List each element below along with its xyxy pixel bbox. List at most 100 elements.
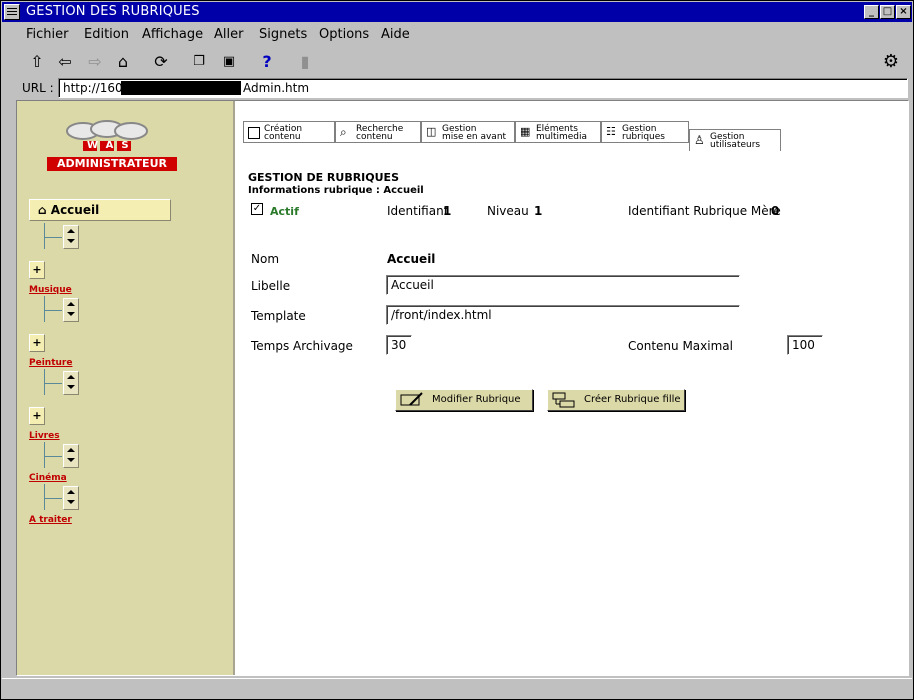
- menu-bar: Fichier Edition Affichage Aller Signets …: [2, 23, 912, 45]
- tab-creation-contenu[interactable]: Création contenu: [243, 121, 335, 143]
- tab-gestion-mise-en-avant[interactable]: ◫ Gestion mise en avant: [421, 121, 515, 143]
- window-title: GESTION DES RUBRIQUES: [26, 4, 200, 19]
- home-icon[interactable]: ⌂: [112, 51, 134, 73]
- reorder-arrows[interactable]: [63, 298, 79, 322]
- minimize-button[interactable]: _: [864, 5, 879, 19]
- rubrique-link-a-traiter[interactable]: A traiter: [29, 515, 72, 525]
- creer-rubrique-fille-button[interactable]: Créer Rubrique fille: [547, 389, 685, 411]
- tab-elements-multimedia[interactable]: ▦ Eléments multimedia: [515, 121, 601, 143]
- home-rubrique-button[interactable]: ⌂ Accueil: [29, 199, 171, 221]
- tab-recherche-contenu[interactable]: ⌕ Recherche contenu: [335, 121, 421, 143]
- libelle-label: Libelle: [251, 279, 291, 293]
- url-input[interactable]: http://160. Admin.htm: [58, 78, 908, 98]
- system-menu-icon[interactable]: [4, 4, 20, 20]
- help-icon[interactable]: ?: [256, 51, 278, 73]
- tree-line: [44, 383, 62, 384]
- magnifier-icon: ⌕: [340, 125, 347, 139]
- archivage-input[interactable]: 30: [386, 335, 412, 355]
- contenu-input[interactable]: 100: [787, 335, 823, 355]
- browser-window: GESTION DES RUBRIQUES _ □ × Fichier Edit…: [0, 0, 914, 700]
- tree-line: [44, 223, 45, 249]
- expand-musique-button[interactable]: +: [29, 261, 45, 279]
- reorder-arrows[interactable]: [63, 225, 79, 249]
- tab-label: contenu: [356, 132, 393, 142]
- reorder-arrows[interactable]: [63, 486, 79, 510]
- tree-line: [44, 369, 45, 395]
- template-label: Template: [251, 309, 306, 323]
- maximize-button[interactable]: □: [880, 5, 895, 19]
- settings-icon[interactable]: ⚙: [880, 51, 902, 73]
- actif-checkbox[interactable]: ✓: [251, 203, 263, 215]
- tab-label: rubriques: [622, 132, 665, 142]
- edit-pencil-icon: [400, 392, 423, 406]
- rubrique-link-cinema[interactable]: Cinéma: [29, 473, 67, 483]
- modifier-rubrique-label: Modifier Rubrique: [432, 394, 521, 405]
- url-label: URL :: [22, 81, 54, 95]
- menu-options[interactable]: Options: [319, 27, 369, 42]
- libelle-input[interactable]: Accueil: [386, 275, 740, 295]
- tab-gestion-utilisateurs[interactable]: ♙ Gestion utilisateurs: [689, 129, 781, 151]
- close-button[interactable]: ×: [896, 5, 911, 19]
- tab-gestion-rubriques[interactable]: ☷ Gestion rubriques: [601, 121, 689, 143]
- mere-label: Identifiant Rubrique Mère: [628, 204, 781, 218]
- actif-label: Actif: [270, 205, 299, 218]
- tree-line: [44, 484, 45, 510]
- tree-line: [44, 296, 45, 322]
- menu-fichier[interactable]: Fichier: [26, 27, 69, 42]
- identifiant-label: Identifiant: [387, 204, 449, 218]
- user-icon: ♙: [694, 133, 705, 147]
- template-input[interactable]: /front/index.html: [386, 305, 740, 325]
- tree-line: [44, 498, 62, 499]
- was-logo: WAS ADMINISTRATEUR: [47, 115, 177, 175]
- home-rubrique-label: Accueil: [50, 203, 100, 217]
- url-suffix: Admin.htm: [243, 81, 310, 95]
- menu-signets[interactable]: Signets: [259, 27, 307, 42]
- url-bar: URL : http://160. Admin.htm: [2, 77, 912, 99]
- archivage-label: Temps Archivage: [251, 339, 353, 353]
- tab-label: mise en avant: [442, 132, 507, 142]
- pin-icon: ◫: [426, 125, 437, 138]
- nom-label: Nom: [251, 252, 280, 266]
- tree-line: [44, 310, 62, 311]
- tab-strip: Création contenu ⌕ Recherche contenu ◫ Ges…: [243, 111, 803, 151]
- title-bar: GESTION DES RUBRIQUES _ □ ×: [2, 2, 912, 22]
- tree-icon: ☷: [606, 125, 616, 138]
- stop-icon: ▮: [300, 52, 310, 71]
- new-child-icon: [552, 392, 575, 408]
- page-subtitle: Informations rubrique : Accueil: [248, 185, 424, 196]
- reorder-arrows[interactable]: [63, 444, 79, 468]
- niveau-value: 1: [534, 204, 543, 218]
- forward-arrow-icon[interactable]: ⇧: [26, 51, 48, 73]
- copy-icon[interactable]: ❐: [188, 51, 210, 73]
- expand-livres-button[interactable]: +: [29, 407, 45, 425]
- expand-peinture-button[interactable]: +: [29, 334, 45, 352]
- tab-label: contenu: [264, 132, 301, 142]
- url-prefix: http://160.: [63, 81, 127, 95]
- identifiant-value: 1: [443, 204, 452, 218]
- paste-icon[interactable]: ▣: [218, 51, 240, 73]
- forward-disabled-icon: ⇨: [88, 52, 102, 71]
- sidebar-frame: WAS ADMINISTRATEUR ⌂ Accueil + Musique +…: [17, 101, 235, 675]
- niveau-label: Niveau: [487, 204, 529, 218]
- tree-line: [44, 237, 62, 238]
- menu-affichage[interactable]: Affichage: [142, 27, 203, 42]
- menu-edition[interactable]: Edition: [84, 27, 129, 42]
- rubrique-link-musique[interactable]: Musique: [29, 285, 72, 295]
- logo-text: WAS: [87, 140, 137, 151]
- tab-label: multimedia: [536, 132, 588, 142]
- creer-rubrique-fille-label: Créer Rubrique fille: [584, 394, 681, 405]
- page-title: GESTION DE RUBRIQUES: [248, 171, 399, 184]
- rubrique-link-peinture[interactable]: Peinture: [29, 358, 72, 368]
- reorder-arrows[interactable]: [63, 371, 79, 395]
- tab-label: utilisateurs: [710, 140, 761, 150]
- document-icon: [248, 127, 260, 139]
- rubrique-link-livres[interactable]: Livres: [29, 431, 60, 441]
- toolbar: ⇧ ⇦ ⇨ ⌂ ⟳ ❐ ▣ ? ▮ ⚙: [2, 47, 912, 75]
- menu-aller[interactable]: Aller: [214, 27, 243, 42]
- reload-icon[interactable]: ⟳: [150, 51, 172, 73]
- mere-value: 0: [771, 204, 780, 218]
- back-arrow-icon[interactable]: ⇦: [54, 51, 76, 73]
- modifier-rubrique-button[interactable]: Modifier Rubrique: [395, 389, 533, 411]
- menu-aide[interactable]: Aide: [381, 27, 410, 42]
- page-content: WAS ADMINISTRATEUR ⌂ Accueil + Musique +…: [16, 100, 909, 676]
